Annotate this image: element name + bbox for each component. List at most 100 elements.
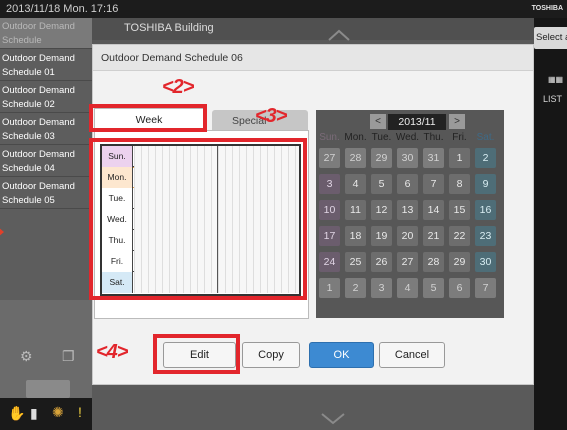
calendar-day-cell[interactable]: 30 (397, 148, 418, 168)
calendar-month-label: 2013/11 (388, 114, 446, 130)
schedule-item-line1: Outdoor Demand (2, 85, 75, 96)
calendar-day-cell[interactable]: 4 (345, 174, 366, 194)
dialog-title: Outdoor Demand Schedule 06 (101, 52, 243, 64)
calendar-day-cell[interactable]: 13 (397, 200, 418, 220)
calendar-day-cell[interactable]: 8 (449, 174, 470, 194)
calendar-day-cell[interactable]: 24 (319, 252, 340, 272)
calendar-weekday-label: Tue. (371, 132, 392, 143)
calendar-day-cell[interactable]: 18 (345, 226, 366, 246)
calendar-day-cell[interactable]: 7 (475, 278, 496, 298)
calendar-day-cell[interactable]: 29 (449, 252, 470, 272)
calendar-day-cell[interactable]: 5 (371, 174, 392, 194)
schedule-item-line1: Outdoor Demand (2, 53, 75, 64)
cancel-button[interactable]: Cancel (379, 342, 445, 368)
schedule-item-line2: Schedule (2, 35, 42, 46)
copy-icon[interactable]: ❐ (62, 348, 75, 365)
scroll-up-icon[interactable] (327, 28, 351, 42)
schedule-item-line1: Outdoor Demand (2, 149, 75, 160)
calendar-weekday-label: Sat. (476, 132, 495, 143)
calendar-day-cell[interactable]: 10 (319, 200, 340, 220)
calendar-panel: < 2013/11 > Sun. Mon. Tue. Wed. Thu. Fri. Sat.… (316, 110, 504, 318)
schedule-list-item[interactable]: Outdoor Demand Schedule (0, 18, 92, 49)
select-area-button[interactable]: Select a (534, 27, 567, 49)
settings-icon[interactable]: ⚙ (20, 348, 33, 365)
next-month-button[interactable]: > (449, 114, 465, 129)
calendar-day-cell[interactable]: 11 (345, 200, 366, 220)
bottom-toolbar: ✋ ▮ ✺ ! (0, 398, 92, 430)
calendar-day-cell[interactable]: 27 (397, 252, 418, 272)
previous-month-button[interactable]: < (370, 114, 386, 129)
calendar-day-cell[interactable]: 27 (319, 148, 340, 168)
calendar-weekday-label: Sun. (319, 132, 340, 143)
calendar-day-cell[interactable]: 28 (423, 252, 444, 272)
schedule-item-line1: Outdoor Demand (2, 181, 75, 192)
callout-label: <3> (255, 105, 288, 127)
schedule-item-line2: Schedule 05 (2, 195, 55, 206)
copy-button[interactable]: Copy (242, 342, 300, 368)
schedule-list-item[interactable]: Outdoor Demand Schedule 01 (0, 50, 92, 81)
schedule-item-line1: Outdoor Demand (2, 21, 75, 32)
calendar-day-cell[interactable]: 5 (423, 278, 444, 298)
calendar-header: < 2013/11 > (316, 112, 504, 130)
calendar-day-cell[interactable]: 30 (475, 252, 496, 272)
calendar-day-cell[interactable]: 25 (345, 252, 366, 272)
schedule-list-item[interactable]: Outdoor Demand Schedule 05 (0, 178, 92, 209)
schedule-item-line2: Schedule 04 (2, 163, 55, 174)
schedule-item-line2: Schedule 03 (2, 131, 55, 142)
tool-button[interactable] (26, 380, 70, 398)
calendar-day-cell[interactable]: 17 (319, 226, 340, 246)
calendar-day-cell[interactable]: 3 (319, 174, 340, 194)
calendar-day-cell[interactable]: 21 (423, 226, 444, 246)
highlight-box-edit (153, 334, 240, 374)
grid-icon[interactable]: ▦▦ (548, 75, 563, 84)
schedule-list-item[interactable]: Outdoor Demand Schedule 02 (0, 82, 92, 113)
calendar-day-cell[interactable]: 23 (475, 226, 496, 246)
calendar-day-cell[interactable]: 19 (371, 226, 392, 246)
calendar-day-cell[interactable]: 29 (371, 148, 392, 168)
brand-logo: TOSHIBA (531, 5, 563, 12)
schedule-list-item[interactable]: Outdoor Demand Schedule 03 (0, 114, 92, 145)
calendar-day-cell[interactable]: 20 (397, 226, 418, 246)
calendar-day-cell[interactable]: 9 (475, 174, 496, 194)
calendar-day-cell[interactable]: 28 (345, 148, 366, 168)
calendar-day-cell[interactable]: 2 (475, 148, 496, 168)
list-label[interactable]: LIST (543, 94, 562, 104)
schedule-list-item[interactable]: Outdoor Demand Schedule 04 (0, 146, 92, 177)
calendar-day-cell[interactable]: 1 (449, 148, 470, 168)
dialog-header: Outdoor Demand Schedule 06 (93, 45, 533, 71)
status-bar: 2013/11/18 Mon. 17:16 TOSHIBA (0, 0, 567, 18)
calendar-day-cell[interactable]: 2 (345, 278, 366, 298)
hand-icon[interactable]: ✋ (8, 405, 25, 422)
highlight-box-tab (89, 104, 207, 132)
calendar-day-cell[interactable]: 4 (397, 278, 418, 298)
calendar-day-cell[interactable]: 22 (449, 226, 470, 246)
scroll-down-icon[interactable] (320, 412, 346, 426)
calendar-day-cell[interactable]: 16 (475, 200, 496, 220)
ok-button[interactable]: OK (309, 342, 374, 368)
calendar-day-cell[interactable]: 7 (423, 174, 444, 194)
calendar-day-cell[interactable]: 26 (371, 252, 392, 272)
calendar-day-cell[interactable]: 31 (423, 148, 444, 168)
book-icon[interactable]: ▮ (30, 405, 38, 422)
sun-icon[interactable]: ✺ (52, 404, 64, 421)
calendar-day-cell[interactable]: 1 (319, 278, 340, 298)
building-name: TOSHIBA Building (124, 22, 214, 34)
calendar-weekday-label: Wed. (395, 132, 420, 143)
calendar-day-cell[interactable]: 6 (449, 278, 470, 298)
alert-icon[interactable]: ! (78, 404, 82, 420)
memo-field[interactable] (94, 302, 309, 319)
calendar-day-cell[interactable]: 15 (449, 200, 470, 220)
calendar-day-cell[interactable]: 14 (423, 200, 444, 220)
highlight-box-grid (89, 138, 307, 300)
calendar-day-cell[interactable]: 12 (371, 200, 392, 220)
calendar-day-cell[interactable]: 3 (371, 278, 392, 298)
callout-label: <2> (162, 76, 195, 98)
pointer-arrow-icon (0, 226, 4, 238)
schedule-item-line1: Outdoor Demand (2, 117, 75, 128)
calendar-day-cell[interactable]: 6 (397, 174, 418, 194)
calendar-weekday-label: Thu. (423, 132, 444, 143)
calendar-weekday-label: Mon. (344, 132, 367, 143)
callout-label: <4> (96, 341, 129, 363)
datetime-display: 2013/11/18 Mon. 17:16 (6, 3, 119, 15)
calendar-weekday-label: Fri. (452, 132, 467, 143)
